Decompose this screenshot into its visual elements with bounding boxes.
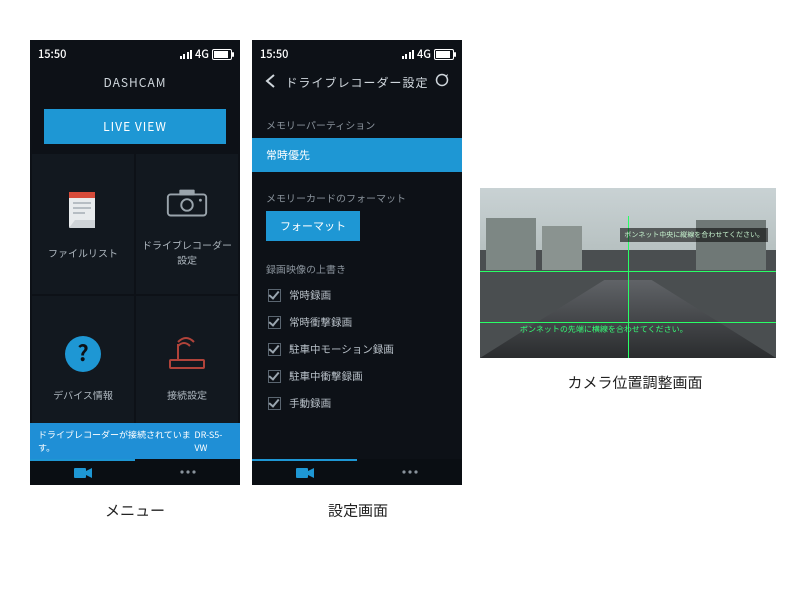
overwrite-option[interactable]: 手動録画: [252, 390, 462, 417]
tab-more[interactable]: [135, 459, 240, 485]
tile-device-info[interactable]: ? デバイス情報: [32, 296, 134, 436]
tab-more[interactable]: [357, 459, 462, 485]
bottom-nav: [30, 459, 240, 485]
refresh-button[interactable]: [434, 72, 450, 88]
battery-icon: [212, 49, 232, 60]
tile-file-list[interactable]: ファイルリスト: [32, 154, 134, 294]
status-bar: 15:50 4G: [252, 40, 462, 64]
more-icon: [179, 469, 197, 475]
signal-icon: [180, 50, 193, 59]
caption-menu: メニュー: [35, 500, 235, 521]
camera-icon: [74, 467, 92, 479]
tab-camera[interactable]: [252, 459, 357, 485]
overwrite-option[interactable]: 駐車中衝撃録画: [252, 363, 462, 390]
more-icon: [401, 469, 419, 475]
checkbox-icon: [268, 289, 281, 302]
phone-menu: 15:50 4G DASHCAM LIVE VIEW: [30, 40, 240, 485]
caption-settings: 設定画面: [258, 500, 458, 521]
overwrite-option[interactable]: 常時衝撃録画: [252, 309, 462, 336]
phone-settings: 15:50 4G ドライブレコーダー設定 メモリーパーティション 常時優先 メモ…: [252, 40, 462, 485]
tile-label: ファイルリスト: [48, 245, 118, 260]
app-title: DASHCAM: [30, 64, 240, 105]
alignment-hint-top: ボンネット中央に縦線を合わせてください。: [620, 228, 768, 242]
section-memory-format: メモリーカードのフォーマット: [252, 178, 462, 211]
checkbox-icon: [268, 370, 281, 383]
live-view-button[interactable]: LIVE VIEW: [44, 109, 226, 144]
alignment-hint-bottom: ボンネットの先端に横線を合わせてください。: [520, 324, 688, 335]
camera-settings-icon: [164, 181, 210, 227]
section-overwrite: 録画映像の上書き: [252, 249, 462, 282]
tile-label: 接続設定: [167, 387, 207, 402]
file-list-icon: [60, 189, 106, 235]
checkbox-icon: [268, 343, 281, 356]
back-button[interactable]: [264, 74, 278, 88]
wifi-router-icon: [164, 331, 210, 377]
memory-partition-value[interactable]: 常時優先: [252, 138, 462, 172]
tile-label: ドライブレコーダー 設定: [142, 237, 232, 267]
connection-message: ドライブレコーダーが接続されています。: [38, 428, 194, 454]
signal-icon: [402, 50, 415, 59]
connection-status-bar: ドライブレコーダーが接続されています。 DR-S5-VW: [30, 423, 240, 459]
overwrite-option[interactable]: 常時録画: [252, 282, 462, 309]
svg-text:?: ?: [77, 336, 88, 368]
status-time: 15:50: [260, 46, 288, 62]
settings-title: ドライブレコーダー設定: [285, 74, 428, 91]
tile-recorder-settings[interactable]: ドライブレコーダー 設定: [136, 154, 238, 294]
caption-preview: カメラ位置調整画面: [520, 372, 750, 393]
help-icon: ?: [60, 331, 106, 377]
camera-alignment-preview: ボンネット中央に縦線を合わせてください。 ボンネットの先端に横線を合わせてくださ…: [480, 188, 776, 358]
bottom-nav: [252, 459, 462, 485]
tile-connection-settings[interactable]: 接続設定: [136, 296, 238, 436]
checkbox-icon: [268, 397, 281, 410]
status-bar: 15:50 4G: [30, 40, 240, 64]
connection-model: DR-S5-VW: [194, 428, 232, 454]
battery-icon: [434, 49, 454, 60]
refresh-icon: [434, 72, 450, 88]
camera-icon: [296, 467, 314, 479]
checkbox-icon: [268, 316, 281, 329]
tile-label: デバイス情報: [53, 387, 113, 402]
format-button[interactable]: フォーマット: [266, 211, 360, 241]
section-memory-partition: メモリーパーティション: [252, 105, 462, 138]
arrow-left-icon: [264, 74, 278, 88]
status-network: 4G: [417, 46, 431, 62]
status-network: 4G: [195, 46, 209, 62]
tab-camera[interactable]: [30, 459, 135, 485]
status-time: 15:50: [38, 46, 66, 62]
overwrite-option[interactable]: 駐車中モーション録画: [252, 336, 462, 363]
